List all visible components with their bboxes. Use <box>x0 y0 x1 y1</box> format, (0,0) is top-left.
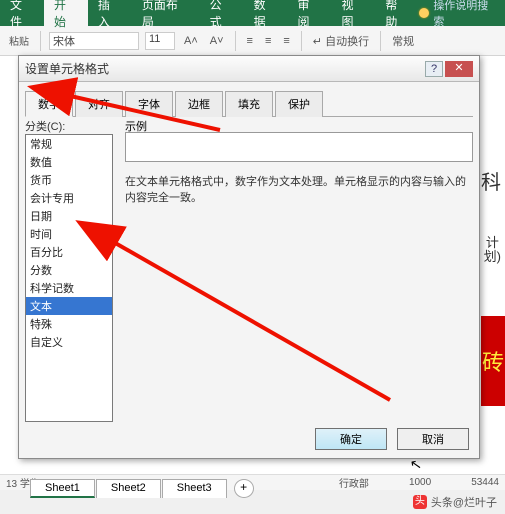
align-icon[interactable]: ≡ <box>244 35 256 47</box>
status-r2: 53444 <box>471 477 499 488</box>
tab-file[interactable]: 文件 <box>0 0 44 26</box>
dialog-titlebar[interactable]: 设置单元格格式 ? ✕ <box>19 56 479 82</box>
format-cells-dialog: 设置单元格格式 ? ✕ 数字 对齐 字体 边框 填充 保护 分类(C): 常规 … <box>18 55 480 459</box>
status-mid: 行政部 <box>339 475 369 490</box>
indent-icon[interactable]: ≡ <box>280 35 292 47</box>
tell-me-search[interactable]: 操作说明搜索 <box>419 0 505 29</box>
increase-font-icon[interactable]: A˄ <box>181 35 201 47</box>
status-r1: 1000 <box>409 477 431 488</box>
ribbon-toolbar: 粘贴 宋体 11 A˄ A˅ ≡ ≡ ≡ ↵ 自动换行 常规 <box>0 26 505 56</box>
partial-text: 计 划) <box>484 236 501 264</box>
watermark-label: 头条@烂叶子 <box>431 494 497 510</box>
tab-data[interactable]: 数据 <box>244 0 288 26</box>
font-name-combo[interactable]: 宋体 <box>49 32 139 50</box>
dlg-tab-fill[interactable]: 填充 <box>225 91 273 117</box>
bulb-icon <box>419 8 429 18</box>
dlg-tab-protect[interactable]: 保护 <box>275 91 323 117</box>
list-item[interactable]: 科学记数 <box>26 279 112 297</box>
list-item[interactable]: 时间 <box>26 225 112 243</box>
tab-insert[interactable]: 插入 <box>88 0 132 26</box>
align-icon[interactable]: ≡ <box>262 35 274 47</box>
list-item[interactable]: 百分比 <box>26 243 112 261</box>
tab-formula[interactable]: 公式 <box>200 0 244 26</box>
dialog-body: 分类(C): 常规 数值 货币 会计专用 日期 时间 百分比 分数 科学记数 文… <box>25 118 473 422</box>
red-banner: 砖 <box>481 316 505 406</box>
close-icon[interactable]: ✕ <box>445 61 473 77</box>
help-icon[interactable]: ? <box>425 61 443 77</box>
dlg-tab-number[interactable]: 数字 <box>25 91 73 117</box>
add-sheet-button[interactable]: + <box>234 479 254 498</box>
sheet-tab[interactable]: Sheet3 <box>162 479 227 498</box>
cursor-icon: ↖ <box>409 455 424 474</box>
dlg-tab-font[interactable]: 字体 <box>125 91 173 117</box>
ribbon-tabs: 文件 开始 插入 页面布局 公式 数据 审阅 视图 帮助 操作说明搜索 <box>0 0 505 26</box>
list-item[interactable]: 会计专用 <box>26 189 112 207</box>
list-item[interactable]: 货币 <box>26 171 112 189</box>
tell-me-label: 操作说明搜索 <box>433 0 499 29</box>
dlg-tab-border[interactable]: 边框 <box>175 91 223 117</box>
dialog-buttons: 确定 取消 <box>315 428 469 450</box>
ok-button[interactable]: 确定 <box>315 428 387 450</box>
cancel-button[interactable]: 取消 <box>397 428 469 450</box>
wrap-text-button[interactable]: ↵ 自动换行 <box>310 33 372 49</box>
list-item[interactable]: 分数 <box>26 261 112 279</box>
txt: 划) <box>484 250 501 264</box>
list-item[interactable]: 数值 <box>26 153 112 171</box>
toutiao-icon: 头 <box>413 495 427 509</box>
list-item[interactable]: 常规 <box>26 135 112 153</box>
category-listbox[interactable]: 常规 数值 货币 会计专用 日期 时间 百分比 分数 科学记数 文本 特殊 自定… <box>25 134 113 422</box>
tab-view[interactable]: 视图 <box>331 0 375 26</box>
list-item-selected[interactable]: 文本 <box>26 297 112 315</box>
dlg-tab-align[interactable]: 对齐 <box>75 91 123 117</box>
paste-button[interactable]: 粘贴 <box>6 33 32 48</box>
decrease-font-icon[interactable]: A˅ <box>207 35 227 47</box>
tab-layout[interactable]: 页面布局 <box>132 0 200 26</box>
sheet-tab[interactable]: Sheet1 <box>30 479 95 498</box>
wrap-label: 自动换行 <box>325 36 369 48</box>
txt: 计 <box>484 236 501 250</box>
dialog-title: 设置单元格格式 <box>25 60 109 77</box>
sheet-tab[interactable]: Sheet2 <box>96 479 161 498</box>
number-format[interactable]: 常规 <box>389 33 417 49</box>
list-item[interactable]: 日期 <box>26 207 112 225</box>
watermark: 头 头条@烂叶子 <box>413 494 497 510</box>
dialog-tabs: 数字 对齐 字体 边框 填充 保护 <box>25 90 473 117</box>
list-item[interactable]: 自定义 <box>26 333 112 351</box>
font-size-combo[interactable]: 11 <box>145 32 175 50</box>
tab-help[interactable]: 帮助 <box>375 0 419 26</box>
tab-review[interactable]: 审阅 <box>288 0 332 26</box>
tab-home[interactable]: 开始 <box>44 0 88 26</box>
partial-text: 科 <box>481 166 501 195</box>
format-description: 在文本单元格格式中，数字作为文本处理。单元格显示的内容与输入的内容完全一致。 <box>125 174 469 206</box>
list-item[interactable]: 特殊 <box>26 315 112 333</box>
sample-box <box>125 132 473 162</box>
